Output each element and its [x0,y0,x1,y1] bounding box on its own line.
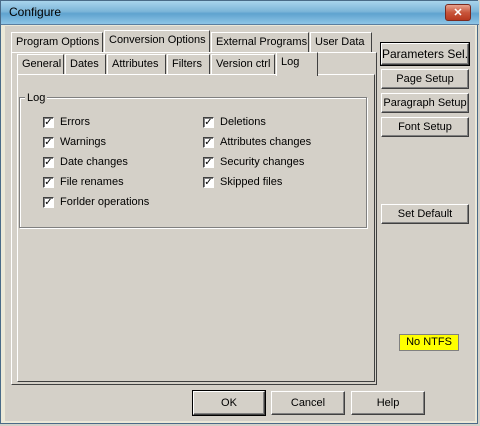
tab-label: Attributes [112,58,159,70]
log-group-label: Log [25,92,48,104]
sub-tab-row: General Dates Attributes Filters Version… [17,52,318,76]
tab-user-data[interactable]: User Data [310,32,372,52]
checkbox-label: Security changes [220,156,305,168]
tab-program-options[interactable]: Program Options [11,32,103,52]
check-icon: ✓ [203,117,214,128]
title-bar[interactable]: Configure ✕ [1,1,479,25]
close-button[interactable]: ✕ [445,4,471,21]
tab-label: External Programs [216,36,308,48]
tab-attributes[interactable]: Attributes [107,54,166,74]
check-icon: ✓ [43,137,54,148]
check-icon: ✓ [203,177,214,188]
tab-log[interactable]: Log [276,52,318,76]
check-icon: ✓ [43,197,54,208]
check-icon: ✓ [43,117,54,128]
checkbox-label: File renames [60,176,124,188]
check-icon: ✓ [203,137,214,148]
set-default-button[interactable]: Set Default [381,204,469,224]
tab-dates[interactable]: Dates [65,54,106,74]
ok-button[interactable]: OK [192,390,266,416]
checkbox-label: Deletions [220,116,266,128]
checkbox-label: Forlder operations [60,196,150,208]
tab-label: Log [281,56,300,68]
checkbox-label: Errors [60,116,90,128]
tab-general[interactable]: General [17,54,64,74]
tab-label: General [22,58,62,70]
checkbox-label: Warnings [60,136,107,148]
check-icon: ✓ [43,177,54,188]
main-tab-row: Program Options Conversion Options Exter… [11,30,372,52]
check-icon: ✓ [43,157,54,168]
checkbox-label: Attributes changes [220,136,312,148]
tab-label: Filters [172,58,202,70]
tab-version-ctrl[interactable]: Version ctrl [211,54,275,74]
window-title: Configure [9,5,62,19]
help-button[interactable]: Help [351,391,425,415]
checkbox-label: Date changes [60,156,128,168]
check-icon: ✓ [203,157,214,168]
checkbox-label: Skipped files [220,176,283,188]
tab-label: Version ctrl [216,58,271,70]
page-setup-button[interactable]: Page Setup [381,69,469,89]
tab-filters[interactable]: Filters [167,54,210,74]
tab-label: User Data [315,36,365,48]
configure-window: Configure ✕ Program Options Conversion O… [0,0,479,424]
cancel-button[interactable]: Cancel [271,391,345,415]
font-setup-button[interactable]: Font Setup [381,117,469,137]
tab-label: Program Options [16,36,100,48]
parameters-sel-button[interactable]: Parameters Sel. [380,42,470,66]
ntfs-status-badge: No NTFS [399,334,459,351]
dialog-client: Program Options Conversion Options Exter… [5,26,475,421]
close-icon: ✕ [453,7,463,19]
tab-conversion-options[interactable]: Conversion Options [104,30,210,52]
paragraph-setup-button[interactable]: Paragraph Setup [381,93,469,113]
tab-external-programs[interactable]: External Programs [211,32,309,52]
tab-label: Conversion Options [109,34,206,46]
tab-label: Dates [70,58,99,70]
